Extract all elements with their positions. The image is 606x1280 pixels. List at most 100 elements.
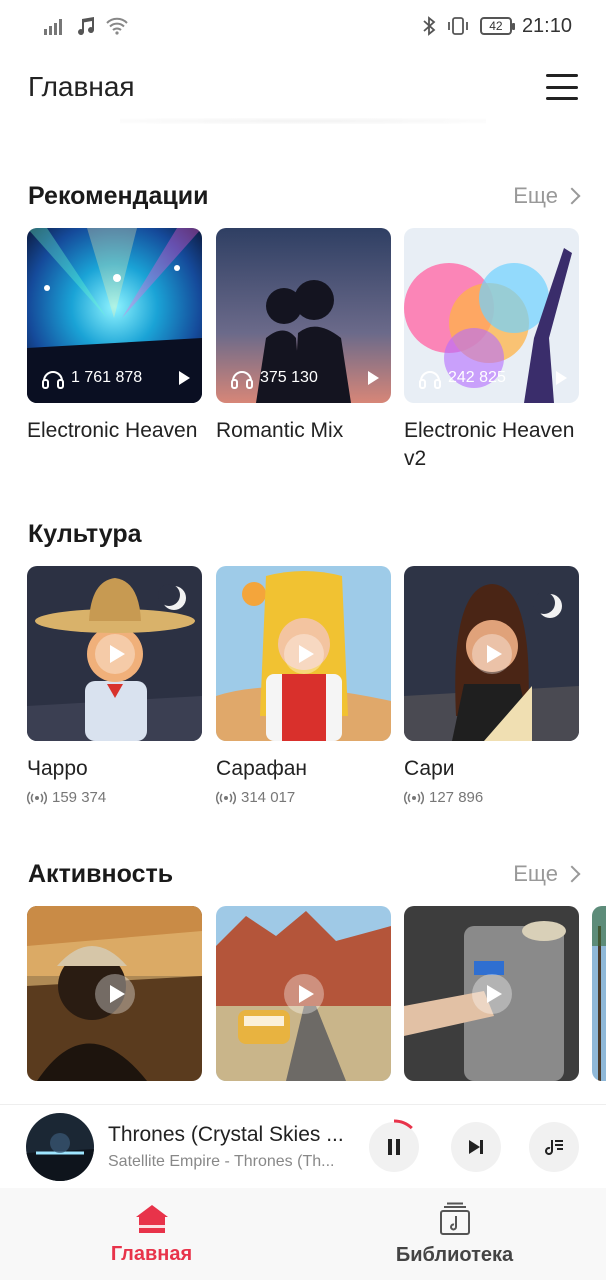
playlist-title: Сари bbox=[404, 757, 455, 780]
section-header: Культура bbox=[0, 514, 606, 554]
broadcast-icon bbox=[27, 791, 47, 804]
battery-indicator: 42 bbox=[479, 17, 515, 35]
playlist-cover[interactable]: 242 825 bbox=[404, 228, 579, 403]
playlist-card[interactable]: 1 761 878 Electronic Heaven bbox=[27, 228, 202, 445]
listeners-count: 314 017 bbox=[216, 789, 391, 806]
wifi-icon bbox=[106, 17, 128, 35]
status-left bbox=[44, 16, 128, 36]
playlist-queue-button[interactable] bbox=[529, 1122, 579, 1172]
playlist-cover[interactable] bbox=[592, 906, 606, 1081]
progress-ring bbox=[366, 1119, 422, 1175]
playlist-title: Electronic Heaven v2 bbox=[404, 419, 575, 470]
playlist-cover[interactable]: 375 130 bbox=[216, 228, 391, 403]
play-button[interactable] bbox=[472, 634, 512, 674]
playlist-card[interactable]: Чарро 159 374 bbox=[27, 566, 202, 806]
listeners-value: 314 017 bbox=[241, 789, 296, 806]
status-right: 42 21:10 bbox=[422, 15, 572, 38]
playlist-title: Чарро bbox=[27, 757, 88, 780]
broadcast-icon bbox=[216, 791, 236, 804]
playlist-card[interactable]: 375 130 Romantic Mix bbox=[216, 228, 391, 445]
pause-button[interactable] bbox=[366, 1119, 422, 1175]
playlist-cover[interactable] bbox=[27, 566, 202, 741]
nav-home[interactable]: Главная bbox=[0, 1188, 303, 1280]
listens-overlay: 242 825 bbox=[418, 367, 567, 389]
section-title: Активность bbox=[28, 859, 174, 888]
menu-icon-line bbox=[546, 85, 578, 89]
section-title: Культура bbox=[28, 519, 142, 548]
menu-icon-line bbox=[546, 97, 578, 100]
culture-row: Чарро 159 374 Сарафан 314 017 Сари 127 8… bbox=[0, 566, 606, 806]
playlist-card[interactable]: Сарафан 314 017 bbox=[216, 566, 391, 806]
library-icon bbox=[439, 1202, 470, 1235]
page-title: Главная bbox=[28, 71, 135, 102]
bottom-navigation: Главная Библиотека bbox=[0, 1188, 606, 1280]
vibrate-icon bbox=[448, 17, 468, 35]
playlist-title: Сарафан bbox=[216, 757, 307, 780]
track-artist: Satellite Empire - Thrones (Th... bbox=[108, 1152, 335, 1170]
activity-more-link[interactable]: Еще bbox=[513, 861, 581, 887]
play-icon[interactable] bbox=[556, 371, 567, 385]
playlist-cover[interactable] bbox=[216, 566, 391, 741]
track-cover[interactable] bbox=[26, 1112, 94, 1181]
play-button[interactable] bbox=[95, 974, 135, 1014]
activity-row bbox=[0, 906, 606, 1082]
section-header: Рекомендации Еще bbox=[0, 176, 606, 216]
section-header: Активность Еще bbox=[0, 854, 606, 894]
track-info[interactable]: Thrones (Crystal Skies ... Satellite Emp… bbox=[108, 1123, 356, 1171]
nav-home-label: Главная bbox=[110, 1242, 193, 1265]
playlist-card[interactable] bbox=[216, 906, 391, 1081]
recommendations-more-link[interactable]: Еще bbox=[513, 183, 581, 209]
album-art bbox=[26, 1112, 94, 1181]
listeners-value: 127 896 bbox=[429, 789, 484, 806]
listeners-count: 127 896 bbox=[404, 789, 579, 806]
more-label: Еще bbox=[513, 183, 558, 208]
playlist-card-partial[interactable] bbox=[592, 906, 606, 1081]
mini-player[interactable]: Thrones (Crystal Skies ... Satellite Emp… bbox=[0, 1104, 606, 1188]
playlist-card[interactable]: 242 825 Electronic Heaven v2 bbox=[404, 228, 579, 473]
listens-count: 242 825 bbox=[448, 369, 506, 386]
bluetooth-icon bbox=[423, 16, 436, 36]
listens-overlay: 1 761 878 bbox=[41, 367, 190, 389]
nav-library[interactable]: Библиотека bbox=[303, 1188, 606, 1280]
music-note-icon bbox=[78, 17, 95, 36]
signal-icon bbox=[44, 19, 62, 35]
playlist-card[interactable] bbox=[27, 906, 202, 1081]
section-title: Рекомендации bbox=[28, 181, 209, 210]
more-label: Еще bbox=[513, 861, 558, 886]
play-button[interactable] bbox=[472, 974, 512, 1014]
play-button[interactable] bbox=[284, 634, 324, 674]
listens-overlay: 375 130 bbox=[230, 367, 379, 389]
menu-button[interactable] bbox=[546, 74, 578, 100]
header-divider bbox=[120, 118, 486, 124]
headphones-icon bbox=[42, 371, 64, 389]
chevron-right-icon bbox=[563, 187, 581, 205]
listeners-value: 159 374 bbox=[52, 789, 107, 806]
headphones-icon bbox=[419, 371, 441, 389]
status-bar: 42 21:10 bbox=[0, 0, 606, 52]
playlist-cover[interactable] bbox=[216, 906, 391, 1081]
playlist-cover[interactable] bbox=[404, 566, 579, 741]
track-title: Thrones (Crystal Skies ... bbox=[108, 1122, 344, 1146]
recommendations-section: Рекомендации Еще 1 761 878 Electronic He… bbox=[0, 176, 606, 470]
playlist-card[interactable] bbox=[404, 906, 579, 1081]
recommendations-row: 1 761 878 Electronic Heaven 375 130 Roma… bbox=[0, 228, 606, 470]
palm-image bbox=[592, 906, 606, 1081]
listens-count: 1 761 878 bbox=[71, 369, 143, 386]
playlist-title: Romantic Mix bbox=[216, 419, 344, 442]
play-button[interactable] bbox=[95, 634, 135, 674]
nav-library-label: Библиотека bbox=[395, 1243, 514, 1266]
playlist-card[interactable]: Сари 127 896 bbox=[404, 566, 579, 806]
play-icon[interactable] bbox=[368, 371, 379, 385]
listeners-count: 159 374 bbox=[27, 789, 202, 806]
playlist-cover[interactable]: 1 761 878 bbox=[27, 228, 202, 403]
activity-section: Активность Еще bbox=[0, 854, 606, 1104]
play-button[interactable] bbox=[284, 974, 324, 1014]
menu-icon-line bbox=[546, 74, 578, 77]
playlist-title: Electronic Heaven bbox=[27, 419, 198, 442]
play-icon[interactable] bbox=[179, 371, 190, 385]
playlist-cover[interactable] bbox=[27, 906, 202, 1081]
playlist-cover[interactable] bbox=[404, 906, 579, 1081]
culture-section: Культура Чарро 159 374 Сарафан 314 017 С… bbox=[0, 514, 606, 806]
next-track-button[interactable] bbox=[451, 1122, 501, 1172]
app-header: Главная bbox=[0, 52, 606, 122]
